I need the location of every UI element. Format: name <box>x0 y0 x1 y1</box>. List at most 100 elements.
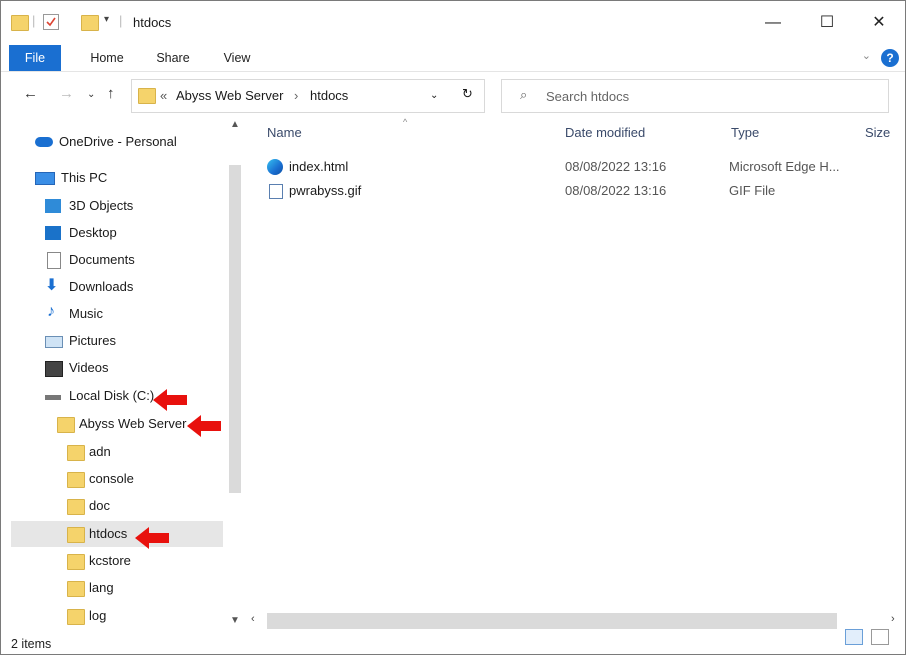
3d-objects-icon <box>45 199 61 213</box>
nav-item-music[interactable]: ♪ Music <box>45 301 103 327</box>
nav-item-pictures[interactable]: Pictures <box>45 328 116 354</box>
explorer-window: | ▾ | htdocs — ☐ ✕ File Home Share View … <box>0 0 906 655</box>
up-button[interactable]: ↑ <box>107 85 115 102</box>
nav-item-videos[interactable]: Videos <box>45 355 109 381</box>
annotation-arrow-icon <box>135 527 169 549</box>
address-bar[interactable]: « Abyss Web Server › htdocs ⌄ ↻ <box>131 79 485 113</box>
breadcrumb-abyss[interactable]: Abyss Web Server <box>176 88 283 103</box>
separator: | <box>119 13 123 28</box>
column-header-date[interactable]: Date modified <box>565 125 645 140</box>
recent-locations-icon[interactable]: ⌄ <box>87 89 95 100</box>
nav-item-local-disk[interactable]: Local Disk (C:) <box>45 383 154 409</box>
search-box[interactable]: ⌕ Search htdocs <box>501 79 889 113</box>
forward-button[interactable]: → <box>59 85 74 102</box>
view-buttons <box>845 629 889 648</box>
breadcrumb-htdocs[interactable]: htdocs <box>310 88 348 103</box>
music-icon: ♪ <box>47 303 55 320</box>
desktop-icon <box>45 226 61 240</box>
nav-item-log[interactable]: log <box>67 603 106 629</box>
tab-home[interactable]: Home <box>81 45 133 71</box>
nav-item-htdocs[interactable]: htdocs <box>11 521 223 547</box>
folder-icon <box>57 417 75 433</box>
folder-icon <box>67 554 85 570</box>
tab-share[interactable]: Share <box>147 45 199 71</box>
annotation-arrow-icon <box>187 415 221 437</box>
nav-scroll-up-icon[interactable]: ▲ <box>230 119 240 130</box>
file-type: Microsoft Edge H... <box>729 159 840 174</box>
nav-item-onedrive[interactable]: OneDrive - Personal <box>35 129 177 155</box>
navigation-pane: OneDrive - Personal This PC 3D Objects D… <box>1 117 245 631</box>
nav-item-desktop[interactable]: Desktop <box>45 220 117 246</box>
folder-icon <box>67 472 85 488</box>
large-icons-view-icon[interactable] <box>871 629 889 645</box>
folder-icon <box>67 445 85 461</box>
nav-scrollbar-thumb[interactable] <box>229 165 241 493</box>
search-input[interactable]: Search htdocs <box>546 89 629 104</box>
onedrive-icon <box>35 137 53 147</box>
nav-item-3d-objects[interactable]: 3D Objects <box>45 193 133 219</box>
pc-icon <box>35 172 55 185</box>
videos-icon <box>45 361 63 377</box>
help-icon[interactable]: ? <box>881 49 899 67</box>
folder-icon <box>138 88 156 104</box>
breadcrumb-separator: › <box>294 88 299 103</box>
folder-icon <box>67 527 85 543</box>
close-button[interactable]: ✕ <box>859 9 899 37</box>
file-type: GIF File <box>729 183 776 198</box>
annotation-arrow-icon <box>153 389 187 411</box>
nav-item-adn[interactable]: adn <box>67 439 111 465</box>
table-row[interactable]: index.html 08/08/2022 13:16 Microsoft Ed… <box>263 155 903 179</box>
file-date: 08/08/2022 13:16 <box>565 159 667 174</box>
downloads-icon: ⬇ <box>45 277 59 294</box>
tab-view[interactable]: View <box>211 45 263 71</box>
documents-icon <box>47 252 61 269</box>
breadcrumb-overflow[interactable]: « <box>160 88 167 103</box>
nav-scroll-down-icon[interactable]: ▼ <box>230 615 240 626</box>
folder-icon <box>67 581 85 597</box>
nav-item-lang[interactable]: lang <box>67 575 114 601</box>
expand-ribbon-icon[interactable]: ⌄ <box>862 49 871 62</box>
window-title: htdocs <box>133 15 172 30</box>
tab-file[interactable]: File <box>9 45 61 71</box>
minimize-button[interactable]: — <box>753 9 793 37</box>
separator: | <box>32 13 36 28</box>
new-folder-icon[interactable] <box>81 15 99 31</box>
properties-icon[interactable] <box>43 14 59 30</box>
image-file-icon <box>269 184 283 199</box>
search-icon: ⌕ <box>520 87 528 102</box>
folder-icon <box>67 499 85 515</box>
customize-quick-access-icon[interactable]: ▾ <box>104 14 109 25</box>
horizontal-scrollbar-thumb[interactable] <box>267 613 837 629</box>
details-view-icon[interactable] <box>845 629 864 645</box>
nav-item-documents[interactable]: Documents <box>45 247 135 273</box>
nav-item-abyss-web-server[interactable]: Abyss Web Server <box>57 411 186 437</box>
drive-icon <box>45 395 61 400</box>
ribbon-tabs: File Home Share View ⌄ ? <box>1 45 905 72</box>
folder-icon <box>67 609 85 625</box>
back-button[interactable]: ← <box>23 85 38 102</box>
scroll-right-icon[interactable]: › <box>891 613 895 625</box>
address-dropdown-icon[interactable]: ⌄ <box>430 90 438 101</box>
title-bar: | ▾ | htdocs — ☐ ✕ <box>1 1 905 43</box>
scroll-left-icon[interactable]: ‹ <box>251 613 255 625</box>
file-name: pwrabyss.gif <box>289 183 362 198</box>
table-row[interactable]: pwrabyss.gif 08/08/2022 13:16 GIF File <box>263 179 903 203</box>
folder-icon <box>11 15 29 31</box>
maximize-button[interactable]: ☐ <box>807 9 847 37</box>
nav-item-doc[interactable]: doc <box>67 493 110 519</box>
nav-item-kcstore[interactable]: kcstore <box>67 548 131 574</box>
column-header-type[interactable]: Type <box>731 125 759 140</box>
nav-item-this-pc[interactable]: This PC <box>35 165 107 191</box>
file-name: index.html <box>289 159 349 174</box>
sort-indicator-icon: ^ <box>403 117 408 127</box>
nav-item-console[interactable]: console <box>67 466 134 492</box>
edge-icon <box>267 159 283 175</box>
status-item-count: 2 items <box>11 637 52 651</box>
nav-item-downloads[interactable]: ⬇ Downloads <box>45 274 133 300</box>
pictures-icon <box>45 336 63 348</box>
file-date: 08/08/2022 13:16 <box>565 183 667 198</box>
refresh-icon[interactable]: ↻ <box>462 86 473 102</box>
column-header-name[interactable]: Name <box>267 125 302 140</box>
column-header-size[interactable]: Size <box>865 125 890 140</box>
address-row: ← → ⌄ ↑ « Abyss Web Server › htdocs ⌄ ↻ … <box>1 73 905 117</box>
